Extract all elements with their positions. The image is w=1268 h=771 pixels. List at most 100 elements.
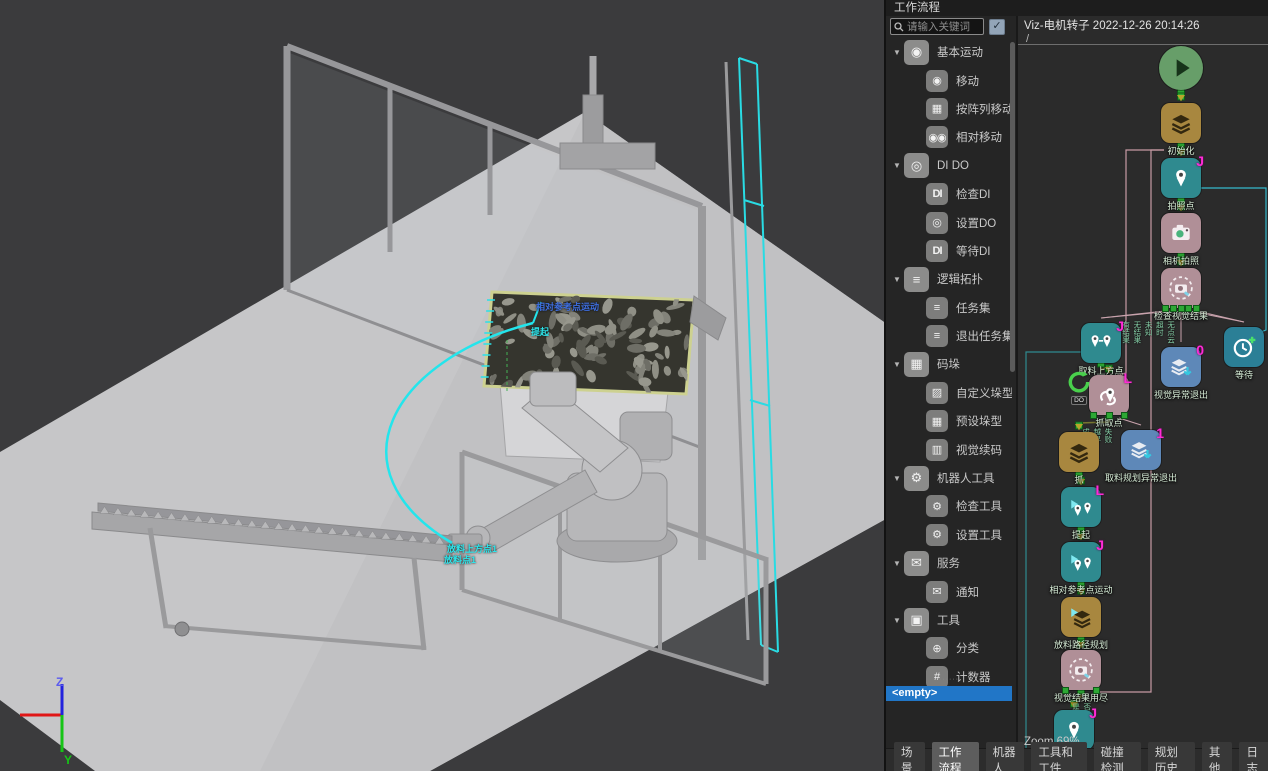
tab-2[interactable]: 机器人 bbox=[986, 742, 1025, 771]
tab-6[interactable]: 其他 bbox=[1202, 742, 1233, 771]
pallet-vision-icon: ▥ bbox=[926, 439, 948, 461]
tree-item-4[interactable]: ▼◎DI DO bbox=[886, 152, 1012, 180]
tree-item-8[interactable]: ▼≡逻辑拓扑 bbox=[886, 265, 1012, 293]
viewport-label-0: 相对参考点运动 bbox=[536, 300, 599, 313]
flow-node-pick_above[interactable]: J取料上方点 bbox=[1081, 323, 1121, 363]
tree-item-2[interactable]: ▦按阵列移动 bbox=[886, 95, 1012, 123]
flow-node-start[interactable] bbox=[1159, 46, 1203, 90]
tree-item-9[interactable]: ≡任务集 bbox=[886, 294, 1012, 322]
tree-item-label: 视觉续码 bbox=[956, 442, 1002, 458]
search-icon bbox=[894, 22, 904, 32]
tree-item-16[interactable]: ⚙检查工具 bbox=[886, 492, 1012, 520]
tree-item-20[interactable]: ▼▣工具 bbox=[886, 606, 1012, 634]
tree-item-13[interactable]: ▦ 预设垛型 bbox=[886, 407, 1012, 435]
expand-triangle-icon[interactable]: ▼ bbox=[890, 474, 904, 483]
tree-item-label: 逻辑拓扑 bbox=[937, 271, 983, 287]
tree-item-15[interactable]: ▼⚙机器人工具 bbox=[886, 464, 1012, 492]
flow-node-exit1[interactable]: 1取料规划异常退出 bbox=[1121, 430, 1161, 470]
flow-node-init[interactable]: 初始化 bbox=[1161, 103, 1201, 143]
expand-triangle-icon[interactable]: ▼ bbox=[890, 275, 904, 284]
3d-viewport[interactable]: 相对参考点运动提起放料上方点1放料点1 Z Y bbox=[0, 0, 884, 771]
tab-5[interactable]: 规划历史 bbox=[1148, 742, 1195, 771]
tree-item-7[interactable]: DI等待DI bbox=[886, 237, 1012, 265]
tree-item-label: 预设垛型 bbox=[956, 413, 1002, 429]
out-port[interactable] bbox=[1093, 687, 1100, 694]
tree-item-3[interactable]: ◉◉相对移动 bbox=[886, 123, 1012, 151]
tab-1[interactable]: 工作流程 bbox=[932, 742, 979, 771]
node-label: 提起 bbox=[1072, 528, 1090, 541]
out-port[interactable] bbox=[1193, 305, 1200, 312]
tree-item-19[interactable]: ✉通知 bbox=[886, 577, 1012, 605]
flow-node-lift[interactable]: L提起 bbox=[1061, 487, 1101, 527]
tab-4[interactable]: 碰撞检测 bbox=[1094, 742, 1141, 771]
expand-triangle-icon[interactable]: ▼ bbox=[890, 360, 904, 369]
search-placeholder: 请输入关键词 bbox=[907, 19, 970, 34]
node-label: 视觉异常退出 bbox=[1154, 388, 1208, 401]
step-library: 请输入关键词 ✓ ▼◉基本运动◉移动▦按阵列移动◉◉相对移动▼◎DI DODI检… bbox=[886, 16, 1016, 748]
flowchart-canvas[interactable]: Viz-电机转子 2022-12-26 20:14:26 / 初始化J拍照点相机… bbox=[1016, 16, 1268, 748]
out-port[interactable] bbox=[1162, 305, 1169, 312]
pallet-preset-icon: ▦ bbox=[926, 410, 948, 432]
tree-scrollbar[interactable] bbox=[1010, 42, 1015, 372]
tree-item-0[interactable]: ▼◉基本运动 bbox=[886, 38, 1012, 66]
node-badge: J bbox=[1096, 537, 1104, 553]
notify-icon: ✉ bbox=[926, 581, 948, 603]
out-port[interactable] bbox=[1090, 412, 1097, 419]
flow-node-vision_exit[interactable]: 0视觉异常退出 bbox=[1161, 347, 1201, 387]
tab-7[interactable]: 日志 bbox=[1239, 742, 1268, 771]
axis-y-label: Y bbox=[64, 753, 72, 767]
out-port[interactable] bbox=[1106, 412, 1113, 419]
flow-node-place_path[interactable]: 放料路径规划 bbox=[1061, 597, 1101, 637]
axis-triad: Z Y bbox=[10, 676, 90, 768]
flow-node-task_grab[interactable]: 抓 bbox=[1059, 432, 1099, 472]
splitter-handle[interactable]: ······ bbox=[886, 676, 1012, 684]
expand-triangle-icon[interactable]: ▼ bbox=[890, 616, 904, 625]
do-set-icon: ◎ bbox=[926, 212, 948, 234]
port-labels: 有结果无结果未知超时无点云 bbox=[1121, 321, 1240, 344]
tree-item-14[interactable]: ▥ 视觉续码 bbox=[886, 435, 1012, 463]
flow-node-camera[interactable]: 相机拍照 bbox=[1161, 213, 1201, 253]
tree-item-11[interactable]: ▼▦码垛 bbox=[886, 350, 1012, 378]
tree-item-label: 机器人工具 bbox=[937, 470, 995, 486]
filter-checkbox[interactable]: ✓ bbox=[989, 19, 1005, 35]
tree-item-label: 基本运动 bbox=[937, 44, 983, 60]
search-input[interactable]: 请输入关键词 bbox=[890, 18, 984, 35]
flow-node-grasp[interactable]: L抓取点成功越界失败DO bbox=[1089, 375, 1129, 415]
out-port[interactable] bbox=[1185, 305, 1192, 312]
node-label: 初始化 bbox=[1167, 144, 1194, 157]
tree-item-17[interactable]: ⚙设置工具 bbox=[886, 521, 1012, 549]
out-port[interactable] bbox=[1062, 687, 1069, 694]
tree-item-18[interactable]: ▼✉服务 bbox=[886, 549, 1012, 577]
flow-node-photo_point[interactable]: J拍照点 bbox=[1161, 158, 1201, 198]
app-root: 相对参考点运动提起放料上方点1放料点1 Z Y 工作流程 请输入关键词 ✓ bbox=[0, 0, 1268, 771]
node-badge: L bbox=[1095, 482, 1104, 498]
node-badge: J bbox=[1196, 153, 1204, 169]
flow-node-check[interactable]: 检查视觉结果有结果无结果未知超时无点云 bbox=[1161, 268, 1201, 308]
out-port[interactable] bbox=[1178, 305, 1185, 312]
tree-item-1[interactable]: ◉移动 bbox=[886, 66, 1012, 94]
3d-scene bbox=[0, 0, 884, 771]
tree-item-10[interactable]: ≡退出任务集 bbox=[886, 322, 1012, 350]
tab-3[interactable]: 工具和工件 bbox=[1031, 742, 1086, 771]
flow-node-wait[interactable]: 等待 bbox=[1224, 327, 1264, 367]
expand-triangle-icon[interactable]: ▼ bbox=[890, 48, 904, 57]
tree-item-21[interactable]: ⊕分类 bbox=[886, 634, 1012, 662]
tool-set-icon: ⚙ bbox=[926, 524, 948, 546]
node-label: 拍照点 bbox=[1167, 199, 1194, 212]
expand-triangle-icon[interactable]: ▼ bbox=[890, 161, 904, 170]
out-port[interactable] bbox=[1170, 305, 1177, 312]
tree-item-label: 检查工具 bbox=[956, 498, 1002, 514]
out-port[interactable] bbox=[1121, 412, 1128, 419]
expand-triangle-icon[interactable]: ▼ bbox=[890, 559, 904, 568]
workflow-panel: 工作流程 请输入关键词 ✓ ▼◉基本运动◉移动▦按阵列移动◉◉相对移动▼◎DI … bbox=[884, 0, 1268, 771]
tab-0[interactable]: 场景 bbox=[894, 742, 925, 771]
flow-node-vision_used[interactable]: 视觉结果用尽是否 bbox=[1061, 650, 1101, 690]
tree-item-6[interactable]: ◎设置DO bbox=[886, 208, 1012, 236]
viewport-label-1: 提起 bbox=[531, 325, 549, 338]
tree-item-12[interactable]: ▨自定义垛型 bbox=[886, 379, 1012, 407]
tree-item-5[interactable]: DI检查DI bbox=[886, 180, 1012, 208]
pin-pair-icon: ◉◉ bbox=[926, 126, 948, 148]
node-badge: J bbox=[1116, 318, 1124, 334]
empty-selection-bar[interactable]: <empty> bbox=[886, 686, 1012, 701]
flow-node-rel_ref[interactable]: J相对参考点运动 bbox=[1061, 542, 1101, 582]
